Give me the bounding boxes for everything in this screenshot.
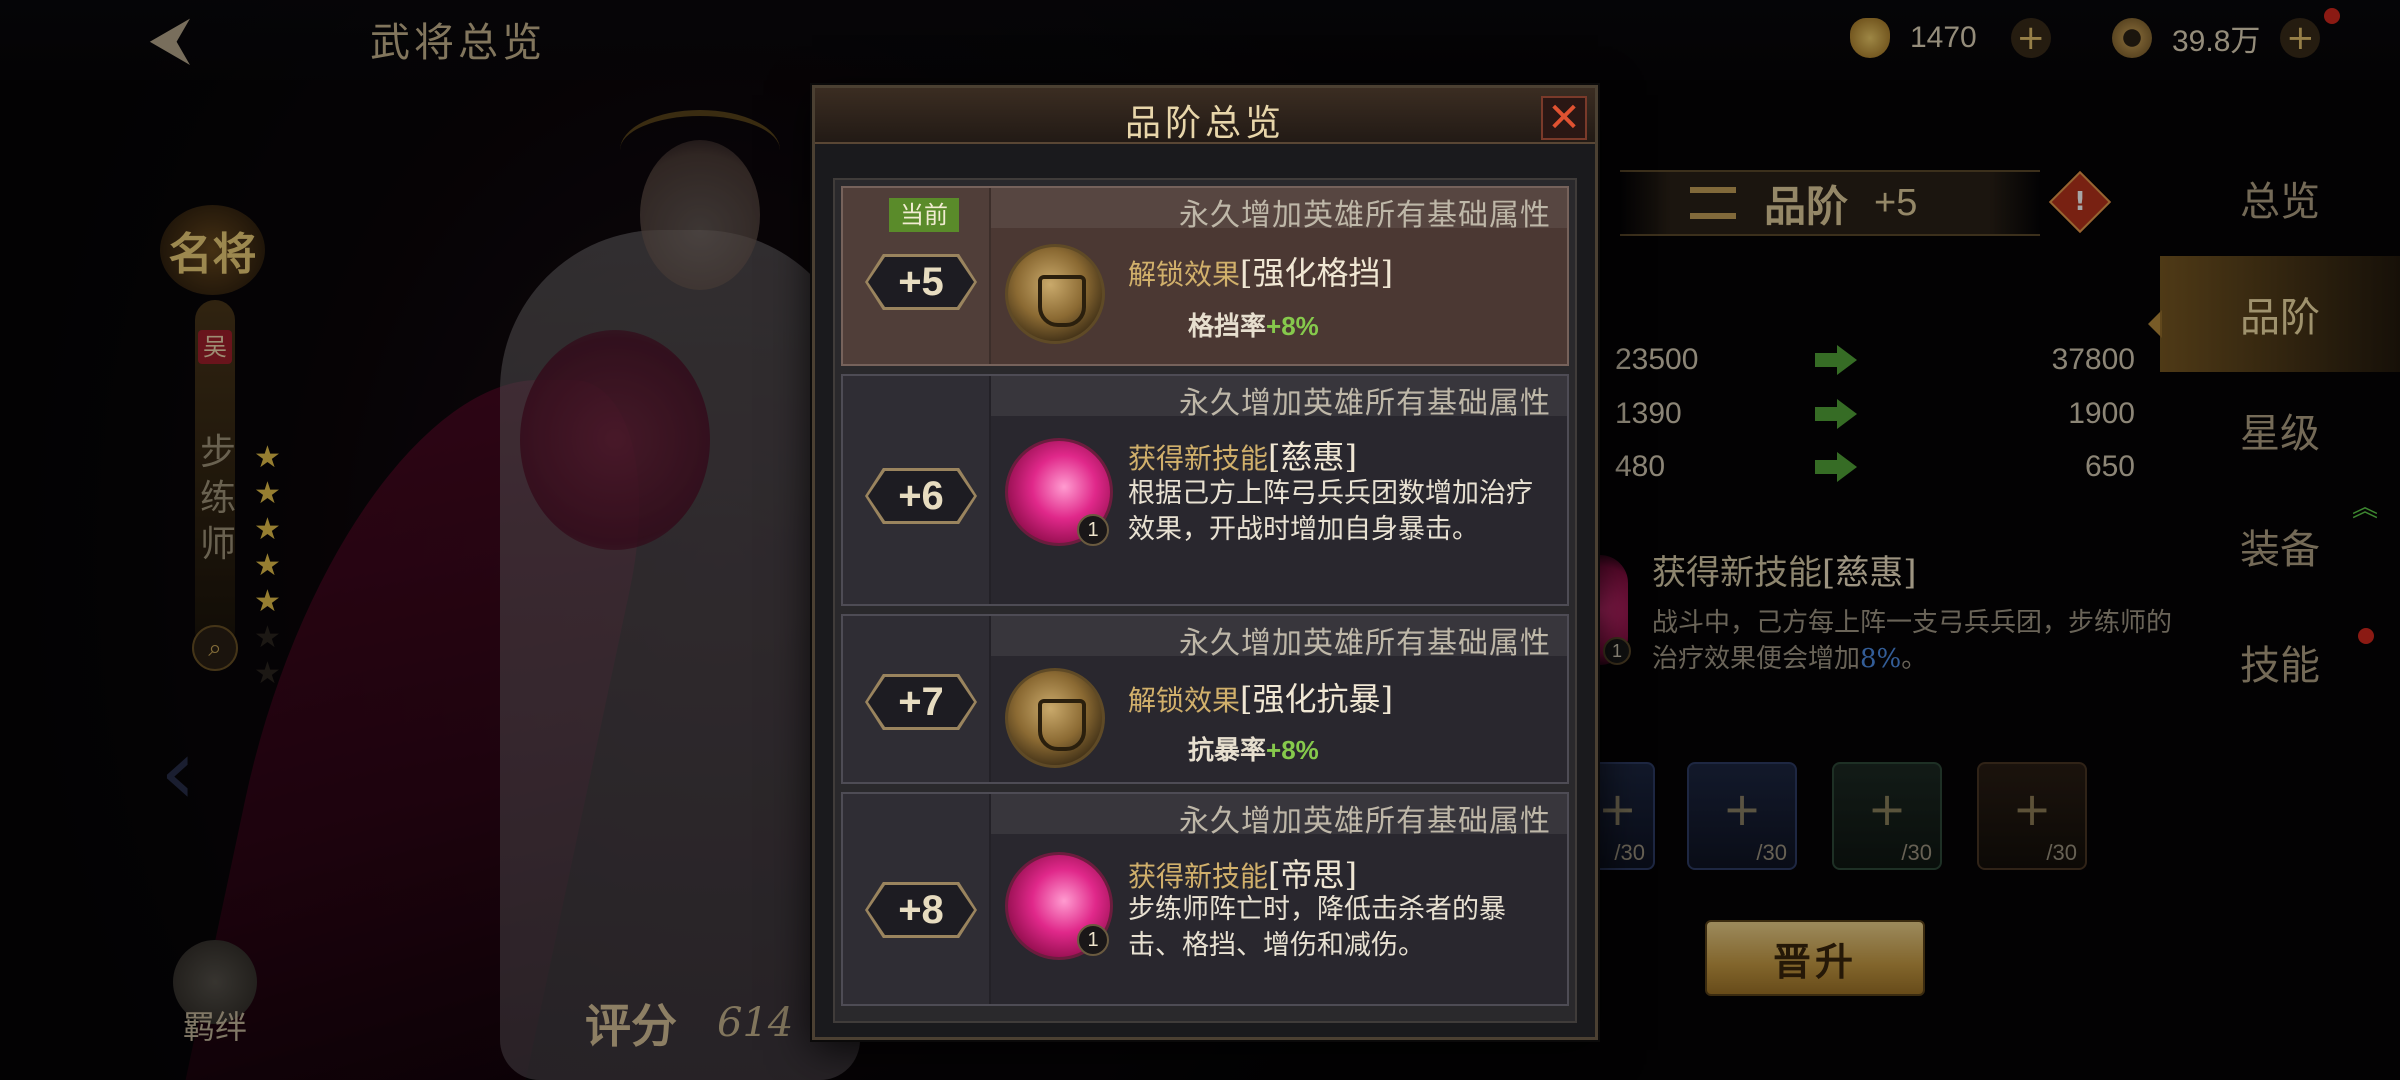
grade-card: 当前 +5 永久增加英雄所有基础属性 解锁效果[强化格挡] 格挡率+8% xyxy=(841,186,1569,366)
effect-name: [帝思] xyxy=(1268,856,1357,894)
grade-level-badge: +5 xyxy=(865,254,977,310)
effect-key: 解锁效果 xyxy=(1128,684,1241,717)
skill-level-badge: 1 xyxy=(1077,514,1109,546)
grade-list[interactable]: 当前 +5 永久增加英雄所有基础属性 解锁效果[强化格挡] 格挡率+8% +6 … xyxy=(833,178,1577,1023)
skill-description: 根据己方上阵弓兵兵团数增加治疗效果，开战时增加自身暴击。 xyxy=(1128,478,1533,545)
grade-overview-modal: 品阶总览 ✕ 当前 +5 永久增加英雄所有基础属性 解锁效果[强化格挡] 格挡率… xyxy=(812,85,1598,1040)
grade-level: +8 xyxy=(898,888,944,932)
stat-label: 抗暴率 xyxy=(1188,736,1267,766)
grade-card-header: 永久增加英雄所有基础属性 xyxy=(991,376,1567,421)
shield-icon xyxy=(1005,244,1105,344)
effect-name: [慈惠] xyxy=(1268,438,1357,476)
grade-card: +8 永久增加英雄所有基础属性 1 获得新技能[帝思] 步练师阵亡时，降低击杀者… xyxy=(841,792,1569,1006)
effect-stat: 格挡率+8% xyxy=(1188,306,1319,343)
grade-card-header-text: 永久增加英雄所有基础属性 xyxy=(1179,386,1551,421)
grade-card-header-text: 永久增加英雄所有基础属性 xyxy=(1179,626,1551,661)
effect-name: [强化格挡] xyxy=(1240,254,1393,292)
grade-level-badge: +7 xyxy=(865,674,977,730)
current-tag: 当前 xyxy=(889,198,959,232)
grade-card: +7 永久增加英雄所有基础属性 解锁效果[强化抗暴] 抗暴率+8% xyxy=(841,614,1569,784)
effect-key: 获得新技能 xyxy=(1128,442,1269,475)
effect-key: 解锁效果 xyxy=(1128,258,1241,291)
effect-stat: 抗暴率+8% xyxy=(1188,730,1319,767)
grade-card-header: 永久增加英雄所有基础属性 xyxy=(991,616,1567,661)
effect-title: 获得新技能[慈惠] xyxy=(1128,432,1357,478)
grade-card: +6 永久增加英雄所有基础属性 1 获得新技能[慈惠] 根据己方上阵弓兵兵团数增… xyxy=(841,374,1569,606)
effect-key: 获得新技能 xyxy=(1128,860,1269,893)
grade-card-header-text: 永久增加英雄所有基础属性 xyxy=(1179,804,1551,839)
shield-icon xyxy=(1005,668,1105,768)
grade-level: +7 xyxy=(898,680,944,724)
skill-description: 步练师阵亡时，降低击杀者的暴击、格挡、增伤和减伤。 xyxy=(1128,894,1506,961)
effect-title: 解锁效果[强化格挡] xyxy=(1128,248,1393,294)
grade-level: +6 xyxy=(898,474,944,518)
grade-card-header: 永久增加英雄所有基础属性 xyxy=(991,794,1567,839)
grade-level-badge: +8 xyxy=(865,882,977,938)
effect-name: [强化抗暴] xyxy=(1240,680,1393,718)
skill-level-badge: 1 xyxy=(1077,924,1109,956)
modal-header: 品阶总览 ✕ xyxy=(815,88,1595,144)
effect-title: 获得新技能[帝思] xyxy=(1128,850,1357,896)
stat-value: +8% xyxy=(1266,311,1319,341)
stat-label: 格挡率 xyxy=(1188,312,1267,342)
grade-card-header: 永久增加英雄所有基础属性 xyxy=(991,188,1567,233)
effect-title: 解锁效果[强化抗暴] xyxy=(1128,674,1393,720)
modal-title: 品阶总览 xyxy=(1124,103,1285,144)
grade-card-header-text: 永久增加英雄所有基础属性 xyxy=(1179,198,1551,233)
stat-value: +8% xyxy=(1266,735,1319,765)
close-icon: ✕ xyxy=(1547,95,1581,141)
grade-level: +5 xyxy=(898,260,944,304)
close-button[interactable]: ✕ xyxy=(1541,96,1587,140)
grade-level-badge: +6 xyxy=(865,468,977,524)
